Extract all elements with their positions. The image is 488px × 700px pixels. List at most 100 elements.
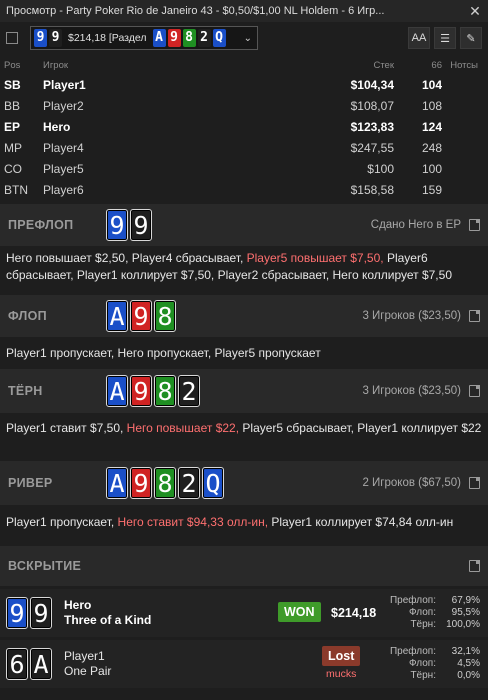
header-pos: Pos bbox=[4, 59, 21, 71]
equity-label: Тёрн: bbox=[410, 670, 436, 681]
action-text-highlight: Него ставит $94,33 олл-ин, bbox=[117, 515, 269, 529]
table-row[interactable]: BB Player2 $108,07 108 bbox=[0, 95, 488, 116]
player-stack: $104,34 bbox=[350, 77, 394, 92]
showdown-hand-rank: One Pair bbox=[64, 664, 112, 678]
action-text: Player1 пропускает, bbox=[6, 515, 118, 529]
won-badge: WON bbox=[278, 602, 321, 622]
playing-card: 9 bbox=[130, 209, 152, 241]
player-pos: BTN bbox=[4, 182, 28, 197]
list-button[interactable]: ☰ bbox=[434, 27, 456, 49]
toolbar: 9 9 $214,18 [Раздел A 9 8 2 Q ⌄ AA ☰ ✎ bbox=[0, 22, 488, 54]
hand-selector-text: $214,18 [Раздел bbox=[68, 32, 147, 44]
player-pos: BB bbox=[4, 98, 21, 113]
player-name: Hero bbox=[43, 119, 71, 134]
table-row[interactable]: EP Hero $123,83 124 bbox=[0, 116, 488, 137]
player-bb: 100 bbox=[421, 161, 442, 176]
street-info: 2 Игроков ($67,50) bbox=[362, 477, 461, 489]
street-cards: A 9 8 bbox=[106, 300, 178, 332]
note-icon[interactable] bbox=[469, 560, 480, 572]
hand-selector-dropdown[interactable]: 9 9 $214,18 [Раздел A 9 8 2 Q ⌄ bbox=[30, 26, 258, 50]
street-info: 3 Игроков ($23,50) bbox=[362, 310, 461, 322]
player-name: Player4 bbox=[43, 140, 84, 155]
lost-badge: Lost bbox=[322, 646, 361, 666]
playing-card: 9 bbox=[130, 375, 152, 407]
header-notes: Нотсы bbox=[450, 59, 478, 71]
table-row[interactable]: SB Player1 $104,34 104 bbox=[0, 74, 488, 95]
playing-card: 6 bbox=[6, 648, 28, 680]
table-row[interactable]: MP Player4 $247,55 248 bbox=[0, 137, 488, 158]
note-icon[interactable] bbox=[469, 477, 480, 489]
font-size-button[interactable]: AA bbox=[408, 27, 430, 49]
won-amount: $214,18 bbox=[331, 606, 377, 620]
player-bb: 104 bbox=[421, 77, 442, 92]
street-actions: Player1 ставит $7,50, Него повышает $22,… bbox=[0, 413, 488, 461]
action-text: Player5 сбрасывает, Player1 коллирует $2… bbox=[239, 421, 482, 435]
street-showdown: ВСКРЫТИЕ bbox=[0, 546, 488, 586]
equity-label: Флоп: bbox=[409, 607, 436, 618]
showdown-player-name: Player1 bbox=[64, 649, 105, 663]
playing-card: 9 bbox=[30, 597, 52, 629]
showdown-villain: 6 A Player1 One Pair Lost mucks Префлоп:… bbox=[0, 640, 488, 688]
board-card: 2 bbox=[197, 29, 211, 47]
action-text: Него повышает $2,50, Player4 сбрасывает, bbox=[6, 251, 247, 265]
player-bb: 159 bbox=[421, 182, 442, 197]
playing-card: 9 bbox=[130, 300, 152, 332]
player-bb: 124 bbox=[421, 119, 442, 134]
equity-value: 4,5% bbox=[457, 658, 480, 669]
edit-button[interactable]: ✎ bbox=[460, 27, 482, 49]
equity-value: 100,0% bbox=[446, 619, 480, 630]
playing-card: A bbox=[30, 648, 52, 680]
player-bb: 108 bbox=[421, 98, 442, 113]
street-cards: A 9 8 2 Q bbox=[106, 467, 226, 499]
playing-card: 2 bbox=[178, 467, 200, 499]
players-table-header: Pos Игрок Стек 66 Нотсы bbox=[0, 56, 488, 74]
playing-card: 9 bbox=[6, 597, 28, 629]
street-turn: ТЁРН A 9 8 2 3 Игроков ($23,50) bbox=[0, 369, 488, 413]
street-preflop: ПРЕФЛОП 9 9 Сдано Него в EP bbox=[0, 204, 488, 246]
note-icon[interactable] bbox=[469, 310, 480, 322]
street-cards: 9 9 bbox=[106, 209, 154, 241]
playing-card: 8 bbox=[154, 467, 176, 499]
street-actions: Player1 пропускает, Него ставит $94,33 о… bbox=[0, 505, 488, 541]
player-stack: $100 bbox=[367, 161, 394, 176]
note-icon[interactable] bbox=[469, 385, 480, 397]
player-name: Player1 bbox=[43, 77, 86, 92]
board-card: Q bbox=[212, 29, 226, 47]
player-stack: $158,58 bbox=[350, 182, 394, 197]
header-bb: 66 bbox=[431, 59, 442, 71]
title-bar: Просмотр - Party Poker Rio de Janeiro 43… bbox=[0, 0, 488, 22]
note-icon[interactable] bbox=[469, 219, 480, 231]
action-text: Player1 коллирует $74,84 олл-ин bbox=[268, 515, 454, 529]
playing-card: 8 bbox=[154, 300, 176, 332]
playing-card: Q bbox=[202, 467, 224, 499]
players-table: Pos Игрок Стек 66 Нотсы SB Player1 $104,… bbox=[0, 56, 488, 200]
hole-card: 9 bbox=[34, 29, 47, 47]
playing-card: 8 bbox=[154, 375, 176, 407]
action-text-highlight: Него повышает $22, bbox=[126, 421, 240, 435]
equity-label: Префлоп: bbox=[389, 646, 436, 657]
player-name: Player5 bbox=[43, 161, 84, 176]
showdown-player-name: Hero bbox=[64, 598, 92, 612]
table-row[interactable]: CO Player5 $100 100 bbox=[0, 158, 488, 179]
street-name: ПРЕФЛОП bbox=[8, 218, 74, 232]
equity-label: Флоп: bbox=[409, 658, 436, 669]
equity-list: Префлоп: 67,9% Флоп: 95,5% Тёрн: 100,0% bbox=[384, 595, 480, 631]
hero-cards: 9 9 bbox=[6, 597, 54, 629]
action-text: Player1 пропускает, Него пропускает, Pla… bbox=[6, 346, 321, 360]
action-text-highlight: Player5 повышает $7,50, bbox=[246, 251, 384, 265]
street-actions: Него повышает $2,50, Player4 сбрасывает,… bbox=[0, 246, 488, 290]
board-card: 8 bbox=[182, 29, 196, 47]
villain-cards: 6 A bbox=[6, 648, 54, 680]
close-icon[interactable]: ✕ bbox=[468, 3, 482, 20]
showdown-hero: 9 9 Hero Three of a Kind WON $214,18 Пре… bbox=[0, 589, 488, 637]
select-checkbox[interactable] bbox=[6, 32, 18, 44]
header-stack: Стек bbox=[373, 59, 394, 71]
equity-value: 67,9% bbox=[451, 595, 480, 606]
street-flop: ФЛОП A 9 8 3 Игроков ($23,50) bbox=[0, 295, 488, 337]
equity-value: 95,5% bbox=[451, 607, 480, 618]
street-name: РИВЕР bbox=[8, 476, 53, 490]
showdown-player-info: Player1 One Pair bbox=[64, 649, 111, 679]
player-pos: SB bbox=[4, 77, 21, 92]
header-player: Игрок bbox=[43, 59, 69, 71]
table-row[interactable]: BTN Player6 $158,58 159 bbox=[0, 179, 488, 200]
